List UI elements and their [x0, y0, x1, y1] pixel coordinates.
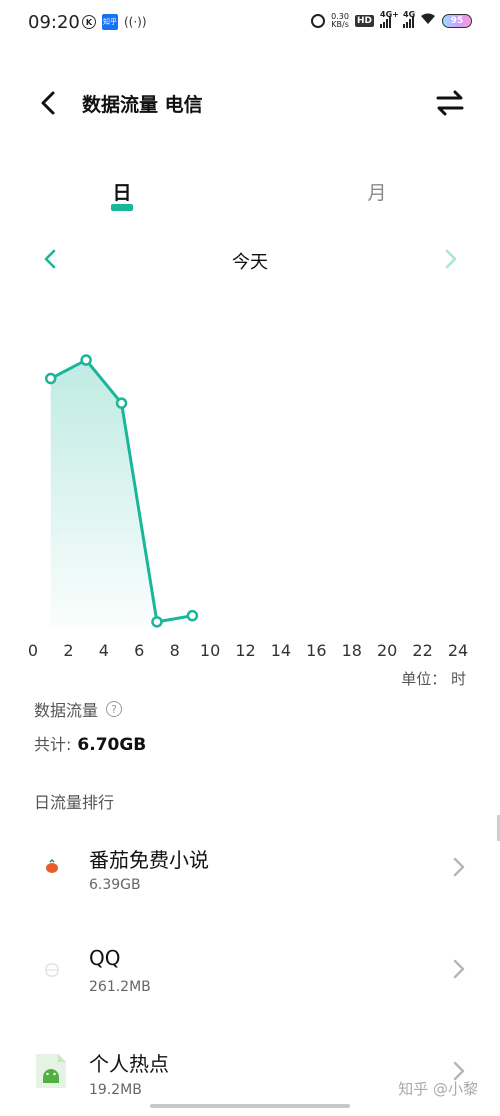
- x-tick-label: 6: [134, 641, 144, 660]
- data-usage-chart: 0 2 4 6 8 10 12 14 16 18 20 22 24: [28, 354, 468, 660]
- status-left-icons: K 知乎 ((·)): [82, 14, 147, 30]
- chart-data-point[interactable]: [186, 609, 199, 622]
- network-type-2: 4G: [403, 9, 416, 19]
- app-size: 261.2MB: [89, 979, 151, 995]
- alarm-icon: [311, 13, 326, 28]
- app-name: 个人热点: [89, 1052, 169, 1076]
- network-speed: 0.30 KB/s: [331, 12, 349, 29]
- app-size: 19.2MB: [89, 1082, 142, 1098]
- tomato-novel-icon: [32, 847, 70, 885]
- data-usage-section-title: 数据流量 ?: [34, 697, 123, 721]
- app-row-hotspot[interactable]: 个人热点 19.2MB: [0, 1020, 500, 1116]
- chevron-right-icon: [453, 857, 465, 877]
- x-tick-label: 24: [448, 641, 468, 660]
- wifi-icon: [420, 12, 436, 29]
- total-label: 共计:: [34, 735, 72, 754]
- app-name: 番茄免费小说: [89, 848, 209, 872]
- chevron-right-icon: [453, 959, 465, 979]
- tab-month[interactable]: 月: [357, 178, 397, 205]
- android-file-icon: [32, 1052, 70, 1090]
- watermark: 知乎 @小黎: [398, 1080, 478, 1098]
- chevron-left-icon: [44, 249, 56, 269]
- k-icon: K: [82, 15, 96, 29]
- app-name: QQ: [89, 946, 121, 970]
- x-tick-label: 8: [170, 641, 180, 660]
- chevron-right-icon: [445, 249, 457, 269]
- date-label: 今天: [232, 252, 268, 273]
- app-size: 6.39GB: [89, 877, 141, 893]
- tab-day[interactable]: 日: [102, 178, 142, 205]
- tab-day-indicator: [111, 204, 133, 211]
- signal-icon-2: 4G: [403, 10, 415, 28]
- total-usage-row: 共计: 6.70GB: [34, 731, 146, 755]
- hotspot-icon: ((·)): [124, 15, 147, 29]
- chart-data-point[interactable]: [115, 397, 128, 409]
- chart-data-point[interactable]: [44, 372, 57, 385]
- x-tick-label: 20: [377, 641, 397, 660]
- signal-icon-1: 4G+: [380, 10, 399, 28]
- x-tick-label: 12: [235, 641, 255, 660]
- x-tick-label: 2: [63, 641, 73, 660]
- ranking-title: 日流量排行: [34, 793, 115, 812]
- x-tick-label: 14: [271, 641, 291, 660]
- total-value: 6.70GB: [77, 735, 147, 755]
- status-right-icons: 0.30 KB/s HD 4G+ 4G 95: [311, 10, 472, 29]
- summary-title: 数据流量: [34, 701, 99, 720]
- status-time: 09:20: [28, 12, 80, 33]
- chart-unit-label: 单位： 时: [401, 670, 466, 688]
- back-button[interactable]: [34, 88, 64, 118]
- x-tick-label: 10: [200, 641, 220, 660]
- x-tick-label: 0: [28, 641, 38, 660]
- page-title: 数据流量 电信: [82, 94, 203, 116]
- qq-icon: [32, 949, 70, 987]
- network-type-1: 4G+: [380, 9, 399, 19]
- chart-data-point[interactable]: [151, 616, 163, 628]
- chart-data-point[interactable]: [80, 354, 92, 366]
- battery-icon: 95: [442, 13, 472, 28]
- previous-day-button[interactable]: [38, 246, 64, 272]
- app-row-tomato-novel[interactable]: 番茄免费小说 6.39GB: [0, 818, 500, 914]
- switch-sim-button[interactable]: [434, 88, 466, 118]
- zhihu-app-icon: 知乎: [102, 14, 118, 30]
- swap-arrows-icon: [436, 90, 464, 116]
- next-day-button[interactable]: [437, 246, 463, 272]
- x-tick-label: 4: [99, 641, 109, 660]
- help-icon[interactable]: ?: [106, 701, 123, 717]
- speed-unit: KB/s: [331, 19, 349, 29]
- x-tick-label: 22: [412, 641, 432, 660]
- x-tick-label: 16: [306, 641, 326, 660]
- chevron-left-icon: [41, 91, 55, 115]
- app-row-qq[interactable]: QQ 261.2MB: [0, 920, 500, 1016]
- x-tick-label: 18: [342, 641, 362, 660]
- hd-icon: HD: [354, 14, 374, 27]
- home-indicator[interactable]: [150, 1104, 350, 1108]
